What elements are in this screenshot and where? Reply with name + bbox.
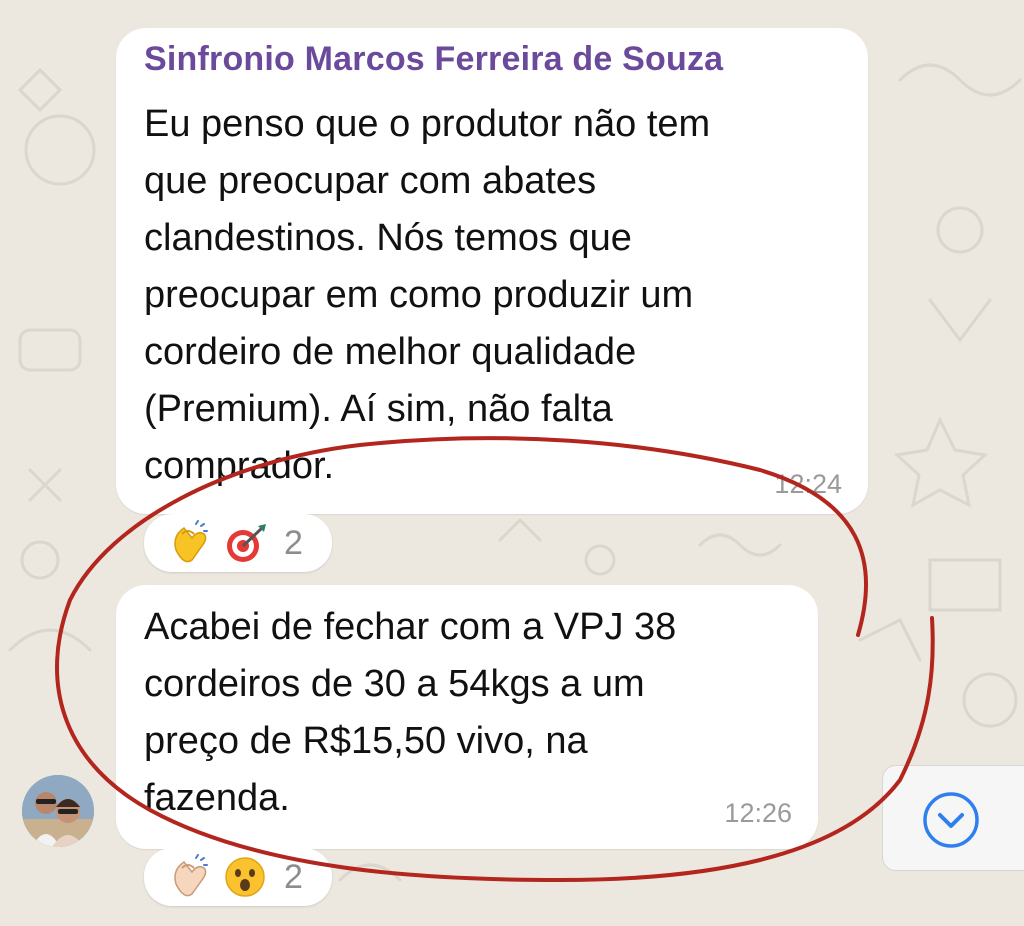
message-timestamp: 12:24 [774,469,842,499]
message-bubble-incoming[interactable]: Acabei de fechar com a VPJ 38 cordeiros … [116,585,818,849]
scroll-to-bottom-button[interactable] [882,765,1024,871]
surprised-face-emoji [225,857,265,897]
sender-avatar[interactable] [22,775,94,847]
message-text: Eu penso que o produtor não tem que preo… [144,103,711,487]
reaction-count: 2 [284,523,303,562]
reactions-pill[interactable]: 2 [144,514,332,572]
reaction-count: 2 [284,857,303,896]
clapping-hands-emoji [174,854,208,897]
clapping-hands-emoji [174,520,208,563]
sender-name[interactable]: Sinfronio Marcos Ferreira de Souza [144,40,723,79]
message-bubble-incoming[interactable]: Sinfronio Marcos Ferreira de Souza Eu pe… [116,28,868,514]
message-timestamp: 12:26 [724,798,792,828]
avatar-photo [22,775,94,847]
chevron-down-circle-icon [923,792,979,848]
message-text: Acabei de fechar com a VPJ 38 cordeiros … [144,606,677,819]
bullseye-emoji [227,524,266,562]
reactions-pill[interactable]: 2 [144,848,332,906]
